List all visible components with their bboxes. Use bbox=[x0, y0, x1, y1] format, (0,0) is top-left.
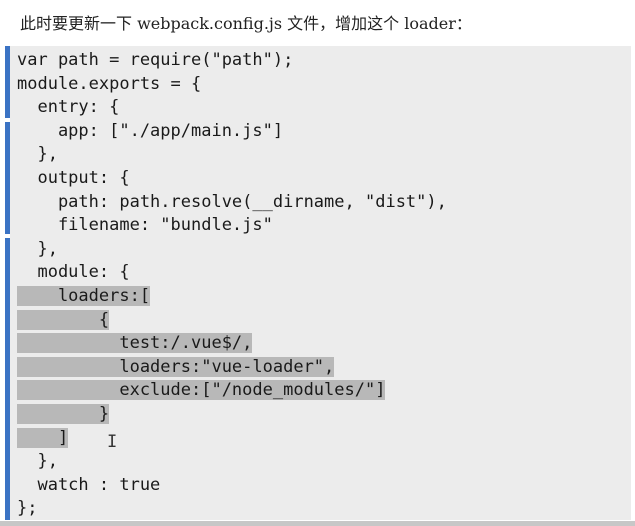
code-block-divider bbox=[5, 118, 10, 122]
code-line: }, bbox=[17, 238, 58, 259]
code-line: var path = require("path"); bbox=[17, 50, 294, 70]
selected-text: { bbox=[17, 309, 110, 330]
code-line: watch : true bbox=[17, 474, 161, 495]
text-cursor-icon: I bbox=[107, 432, 118, 452]
code-block-divider bbox=[5, 234, 10, 238]
code-line-selected: } bbox=[17, 403, 447, 427]
code-line: module: { bbox=[17, 262, 130, 283]
code-line-selected: test:/.vue$/, bbox=[17, 332, 447, 356]
selected-text: loaders:"vue-loader", bbox=[17, 356, 335, 377]
selected-text: } bbox=[17, 403, 110, 424]
code-line: }; bbox=[17, 498, 38, 519]
code-line: }, bbox=[17, 144, 58, 165]
code-line: app: ["./app/main.js"] bbox=[17, 120, 284, 141]
code-line: }, bbox=[17, 451, 58, 472]
code-line: output: { bbox=[17, 167, 130, 188]
code-line-selected: ] bbox=[17, 427, 447, 451]
intro-text: 此时要更新一下 webpack.config.js 文件，增加这个 loader… bbox=[20, 14, 472, 33]
code-line: filename: "bundle.js" bbox=[17, 215, 273, 236]
code-line-selected: loaders:[ bbox=[17, 285, 447, 309]
bottom-scrollbar[interactable] bbox=[0, 521, 635, 526]
code-line-selected: { bbox=[17, 309, 447, 333]
selected-text: loaders:[ bbox=[17, 285, 151, 306]
code-lines: var path = require("path"); module.expor… bbox=[17, 49, 447, 521]
code-line-selected: exclude:["/node_modules/"] bbox=[17, 379, 447, 403]
code-line: path: path.resolve(__dirname, "dist"), bbox=[17, 191, 447, 212]
code-line-selected: loaders:"vue-loader", bbox=[17, 356, 447, 380]
code-line: module.exports = { bbox=[17, 73, 202, 94]
selected-text: ] bbox=[17, 427, 69, 448]
selected-text: test:/.vue$/, bbox=[17, 333, 253, 354]
selected-text: exclude:["/node_modules/"] bbox=[17, 380, 386, 401]
code-line: entry: { bbox=[17, 97, 120, 118]
